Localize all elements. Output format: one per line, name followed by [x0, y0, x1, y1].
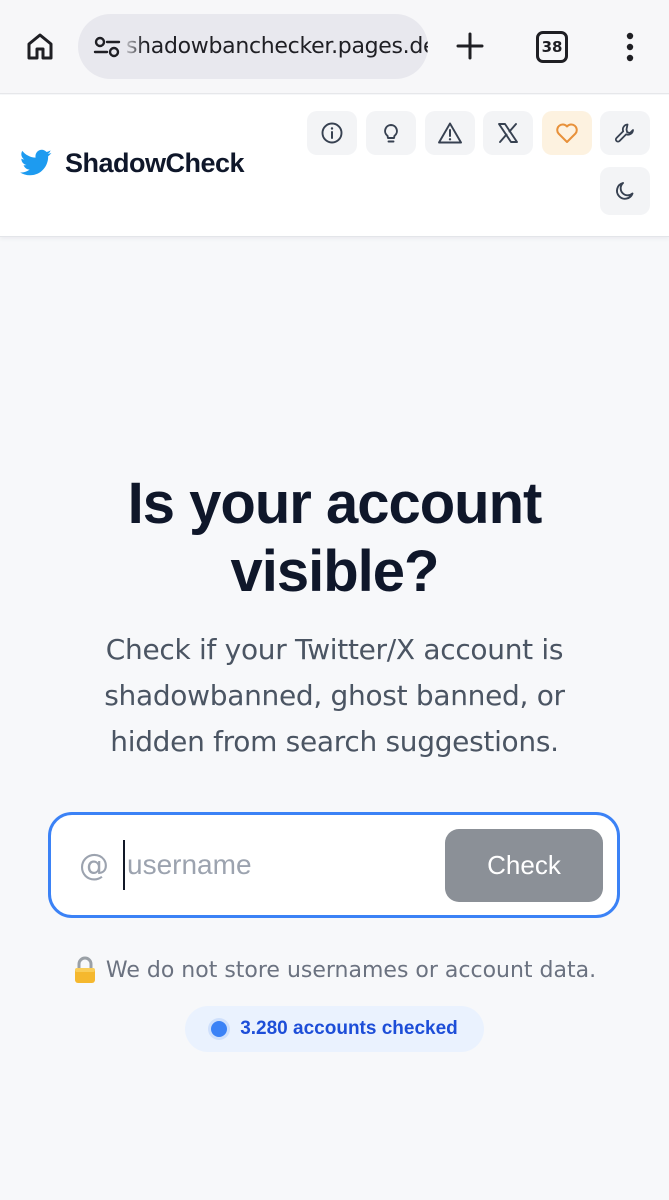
accounts-checked-badge: 3.280 accounts checked: [185, 1006, 484, 1052]
hero-title: Is your account visible?: [0, 470, 669, 606]
browser-toolbar: shadowbanchecker.pages.dev 38: [0, 0, 669, 94]
home-icon: [27, 33, 53, 60]
plus-icon: [456, 32, 484, 60]
warning-button[interactable]: [425, 111, 475, 155]
site-header: ShadowCheck: [0, 95, 669, 237]
check-button[interactable]: Check: [445, 829, 603, 902]
address-bar[interactable]: shadowbanchecker.pages.dev: [78, 14, 428, 79]
site-settings-icon[interactable]: [90, 30, 124, 64]
hero-subtitle: Check if your Twitter/X account is shado…: [104, 633, 565, 758]
twitter-bird-icon: [20, 149, 52, 176]
new-tab-button[interactable]: [452, 28, 488, 64]
lightbulb-icon: [384, 124, 398, 143]
wrench-icon: [615, 123, 634, 143]
username-search-form: @ Check: [48, 812, 620, 918]
x-logo-icon: [498, 123, 518, 143]
hero-title-line2: visible?: [230, 539, 440, 604]
status-dot: [211, 1021, 228, 1037]
privacy-note: We do not store usernames or account dat…: [0, 956, 669, 984]
accounts-checked-count: 3.280 accounts checked: [240, 1018, 458, 1039]
at-prefix: @: [79, 847, 109, 883]
hero-title-line1: Is your account: [127, 471, 543, 536]
brand-name: ShadowCheck: [65, 147, 245, 178]
info-icon: [321, 122, 343, 144]
browser-menu-button[interactable]: [614, 28, 646, 66]
brand[interactable]: ShadowCheck: [20, 143, 245, 183]
lock-icon: [74, 956, 95, 983]
tips-button[interactable]: [366, 111, 416, 155]
theme-toggle-button[interactable]: [600, 167, 650, 215]
tools-button[interactable]: [600, 111, 650, 155]
url-text[interactable]: shadowbanchecker.pages.dev: [126, 34, 428, 59]
home-button[interactable]: [22, 28, 58, 64]
more-vertical-icon: [626, 32, 634, 62]
info-button[interactable]: [307, 111, 357, 155]
warning-icon: [438, 122, 462, 144]
privacy-text: We do not store usernames or account dat…: [105, 957, 597, 983]
username-input[interactable]: [123, 840, 423, 890]
heart-icon: [556, 123, 578, 143]
x-profile-button[interactable]: [483, 111, 533, 155]
donate-button[interactable]: [542, 111, 592, 155]
tab-switcher-button[interactable]: 38: [536, 31, 568, 63]
moon-icon: [616, 182, 634, 200]
